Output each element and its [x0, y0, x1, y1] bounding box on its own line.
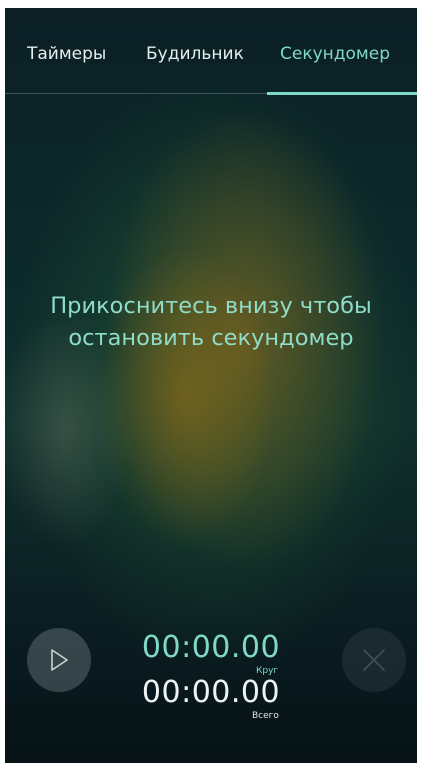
stopwatch-screen: Таймеры Будильник Секундомер Прикоснитес…	[5, 8, 417, 763]
tab-bar: Таймеры Будильник Секундомер	[5, 8, 417, 95]
tab-timers[interactable]: Таймеры	[27, 44, 106, 64]
tab-alarm[interactable]: Будильник	[146, 44, 244, 64]
tab-stopwatch[interactable]: Секундомер	[280, 44, 390, 64]
reset-button[interactable]	[342, 628, 406, 692]
total-label: Всего	[252, 711, 279, 721]
stopwatch-hint: Прикоснитесь внизу чтобы остановить секу…	[5, 290, 417, 354]
close-icon	[363, 649, 385, 671]
hint-line-1: Прикоснитесь внизу чтобы	[50, 293, 372, 319]
hint-line-2: остановить секундомер	[68, 325, 354, 351]
active-tab-indicator	[267, 92, 417, 95]
